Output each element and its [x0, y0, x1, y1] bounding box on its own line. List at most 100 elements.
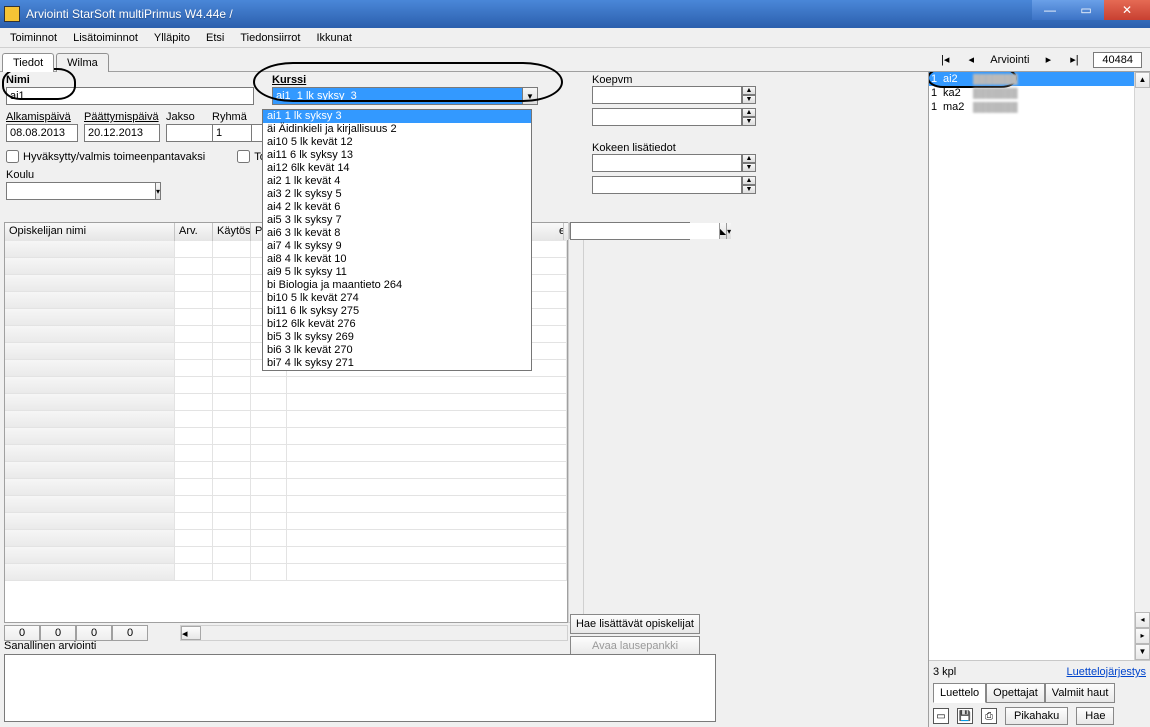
nav-first-icon[interactable]: |◂: [938, 53, 952, 67]
dropdown-option[interactable]: ai9 5 lk syksy 11: [263, 266, 531, 279]
kokeen-input-2[interactable]: [592, 176, 742, 194]
nav-next-icon[interactable]: ▸: [1041, 53, 1055, 67]
kokeen-field-2[interactable]: ▲▼: [592, 176, 736, 194]
menu-yllapito[interactable]: Ylläpito: [146, 30, 198, 46]
menu-etsi[interactable]: Etsi: [198, 30, 232, 46]
dropdown-option[interactable]: ai6 3 lk kevät 8: [263, 227, 531, 240]
list-item[interactable]: 1ma2███████: [929, 100, 1150, 114]
menu-lisatoiminnot[interactable]: Lisätoiminnot: [65, 30, 146, 46]
nimi-input[interactable]: [6, 87, 254, 105]
grid-column-header[interactable]: Opiskelijan nimi: [5, 223, 175, 241]
hae-button[interactable]: Hae: [1076, 707, 1114, 725]
spin-down-icon[interactable]: ▼: [742, 117, 756, 126]
dropdown-option[interactable]: ai5 3 lk syksy 7: [263, 214, 531, 227]
table-row[interactable]: [5, 411, 567, 428]
spin-up-icon[interactable]: ▲: [742, 176, 756, 185]
dropdown-option[interactable]: ai11 6 lk syksy 13: [263, 149, 531, 162]
table-row[interactable]: [5, 428, 567, 445]
menu-ikkunat[interactable]: Ikkunat: [308, 30, 359, 46]
table-row[interactable]: [5, 462, 567, 479]
kurssi-dropdown-list[interactable]: ai1 1 lk syksy 3äi Äidinkieli ja kirjall…: [262, 109, 532, 371]
table-row[interactable]: [5, 547, 567, 564]
tab-luettelo[interactable]: Luettelo: [933, 683, 986, 703]
dropdown-option[interactable]: ai4 2 lk kevät 6: [263, 201, 531, 214]
dropdown-option[interactable]: ai10 5 lk kevät 12: [263, 136, 531, 149]
spin-up-icon[interactable]: ▲: [742, 86, 756, 95]
spin-down-icon[interactable]: ▼: [742, 163, 756, 172]
new-doc-icon[interactable]: ▭: [933, 708, 949, 724]
dropdown-option[interactable]: bi5 3 lk syksy 269: [263, 331, 531, 344]
toim-checkbox[interactable]: [237, 150, 250, 163]
table-row[interactable]: [5, 377, 567, 394]
dropdown-option[interactable]: bi7 4 lk syksy 271: [263, 357, 531, 370]
kurssi-combo-input[interactable]: [272, 87, 522, 105]
triangle-right-icon[interactable]: ◣: [719, 223, 726, 239]
scroll-down-icon[interactable]: ▼: [1135, 644, 1150, 660]
order-link[interactable]: Luettelojärjestys: [1067, 666, 1147, 678]
koepvm-input-2[interactable]: [592, 108, 742, 126]
koulu-input[interactable]: [6, 182, 155, 200]
dropdown-option[interactable]: ai12 6lk kevät 14: [263, 162, 531, 175]
verbal-textarea[interactable]: [4, 654, 716, 722]
nav-prev-icon[interactable]: ◂: [964, 53, 978, 67]
scroll-right-icon[interactable]: ▸: [1135, 628, 1150, 644]
right-record-list[interactable]: 1ai2███████1ka2███████1ma2███████ ▲ ◂ ▸ …: [929, 72, 1150, 660]
horizontal-scrollbar[interactable]: ◂: [180, 625, 568, 641]
spin-down-icon[interactable]: ▼: [742, 95, 756, 104]
mid-search-field[interactable]: ◣ ▾: [570, 222, 690, 240]
kokeen-input-1[interactable]: [592, 154, 742, 172]
triangle-down-icon[interactable]: ▾: [726, 223, 731, 239]
hyvaksytty-checkbox[interactable]: [6, 150, 19, 163]
dropdown-option[interactable]: ai2 1 lk kevät 4: [263, 175, 531, 188]
koepvm-input-1[interactable]: [592, 86, 742, 104]
table-row[interactable]: [5, 496, 567, 513]
dropdown-option[interactable]: bi11 6 lk syksy 275: [263, 305, 531, 318]
ryhma-input[interactable]: [212, 124, 252, 142]
tab-wilma[interactable]: Wilma: [56, 53, 109, 72]
table-row[interactable]: [5, 479, 567, 496]
kokeen-field-1[interactable]: ▲▼: [592, 154, 736, 172]
nav-last-icon[interactable]: ▸|: [1067, 53, 1081, 67]
kurssi-combo[interactable]: ▼: [272, 87, 538, 105]
paattymis-input[interactable]: [84, 124, 160, 142]
koepvm-field-2[interactable]: ▲▼: [592, 108, 736, 126]
table-row[interactable]: [5, 530, 567, 547]
dropdown-option[interactable]: ai3 2 lk syksy 5: [263, 188, 531, 201]
mid-search-input[interactable]: [571, 223, 719, 239]
alkamis-input[interactable]: [6, 124, 78, 142]
koepvm-field-1[interactable]: ▲▼: [592, 86, 736, 104]
tab-tiedot[interactable]: Tiedot: [2, 53, 54, 72]
spin-up-icon[interactable]: ▲: [742, 108, 756, 117]
dropdown-option[interactable]: ai8 4 lk kevät 10: [263, 253, 531, 266]
table-row[interactable]: [5, 564, 567, 581]
grid-column-header[interactable]: Arv.: [175, 223, 213, 241]
list-item[interactable]: 1ai2███████: [929, 72, 1150, 86]
scrollbar-thumb[interactable]: ◂: [181, 626, 201, 640]
right-scrollbar[interactable]: ▲ ◂ ▸ ▼: [1134, 72, 1150, 660]
table-row[interactable]: [5, 394, 567, 411]
grid-column-header[interactable]: Käytös: [213, 223, 251, 241]
hae-opiskelijat-button[interactable]: Hae lisättävät opiskelijat: [570, 614, 700, 634]
window-minimize-button[interactable]: —: [1032, 0, 1068, 20]
menu-toiminnot[interactable]: Toiminnot: [2, 30, 65, 46]
chevron-down-icon[interactable]: ▼: [522, 87, 538, 105]
window-maximize-button[interactable]: ▭: [1068, 0, 1104, 20]
grid-column-header[interactable]: eja: [555, 223, 564, 240]
dropdown-option[interactable]: ai1 1 lk syksy 3: [263, 110, 531, 123]
dropdown-option[interactable]: bi6 3 lk kevät 270: [263, 344, 531, 357]
jakso-combo[interactable]: ▾: [166, 124, 206, 142]
chevron-down-icon[interactable]: ▾: [155, 182, 161, 200]
dropdown-option[interactable]: bi12 6lk kevät 276: [263, 318, 531, 331]
spin-up-icon[interactable]: ▲: [742, 154, 756, 163]
scroll-left-icon[interactable]: ◂: [1135, 612, 1150, 628]
window-close-button[interactable]: ✕: [1104, 0, 1150, 20]
tab-valmiit-haut[interactable]: Valmiit haut: [1045, 683, 1116, 703]
dropdown-option[interactable]: ai7 4 lk syksy 9: [263, 240, 531, 253]
print-icon[interactable]: ⎙: [981, 708, 997, 724]
pikahaku-button[interactable]: Pikahaku: [1005, 707, 1068, 725]
table-row[interactable]: [5, 513, 567, 530]
table-row[interactable]: [5, 445, 567, 462]
tab-opettajat[interactable]: Opettajat: [986, 683, 1045, 703]
menu-tiedonsiirrot[interactable]: Tiedonsiirrot: [232, 30, 308, 46]
scroll-up-icon[interactable]: ▲: [1135, 72, 1150, 88]
